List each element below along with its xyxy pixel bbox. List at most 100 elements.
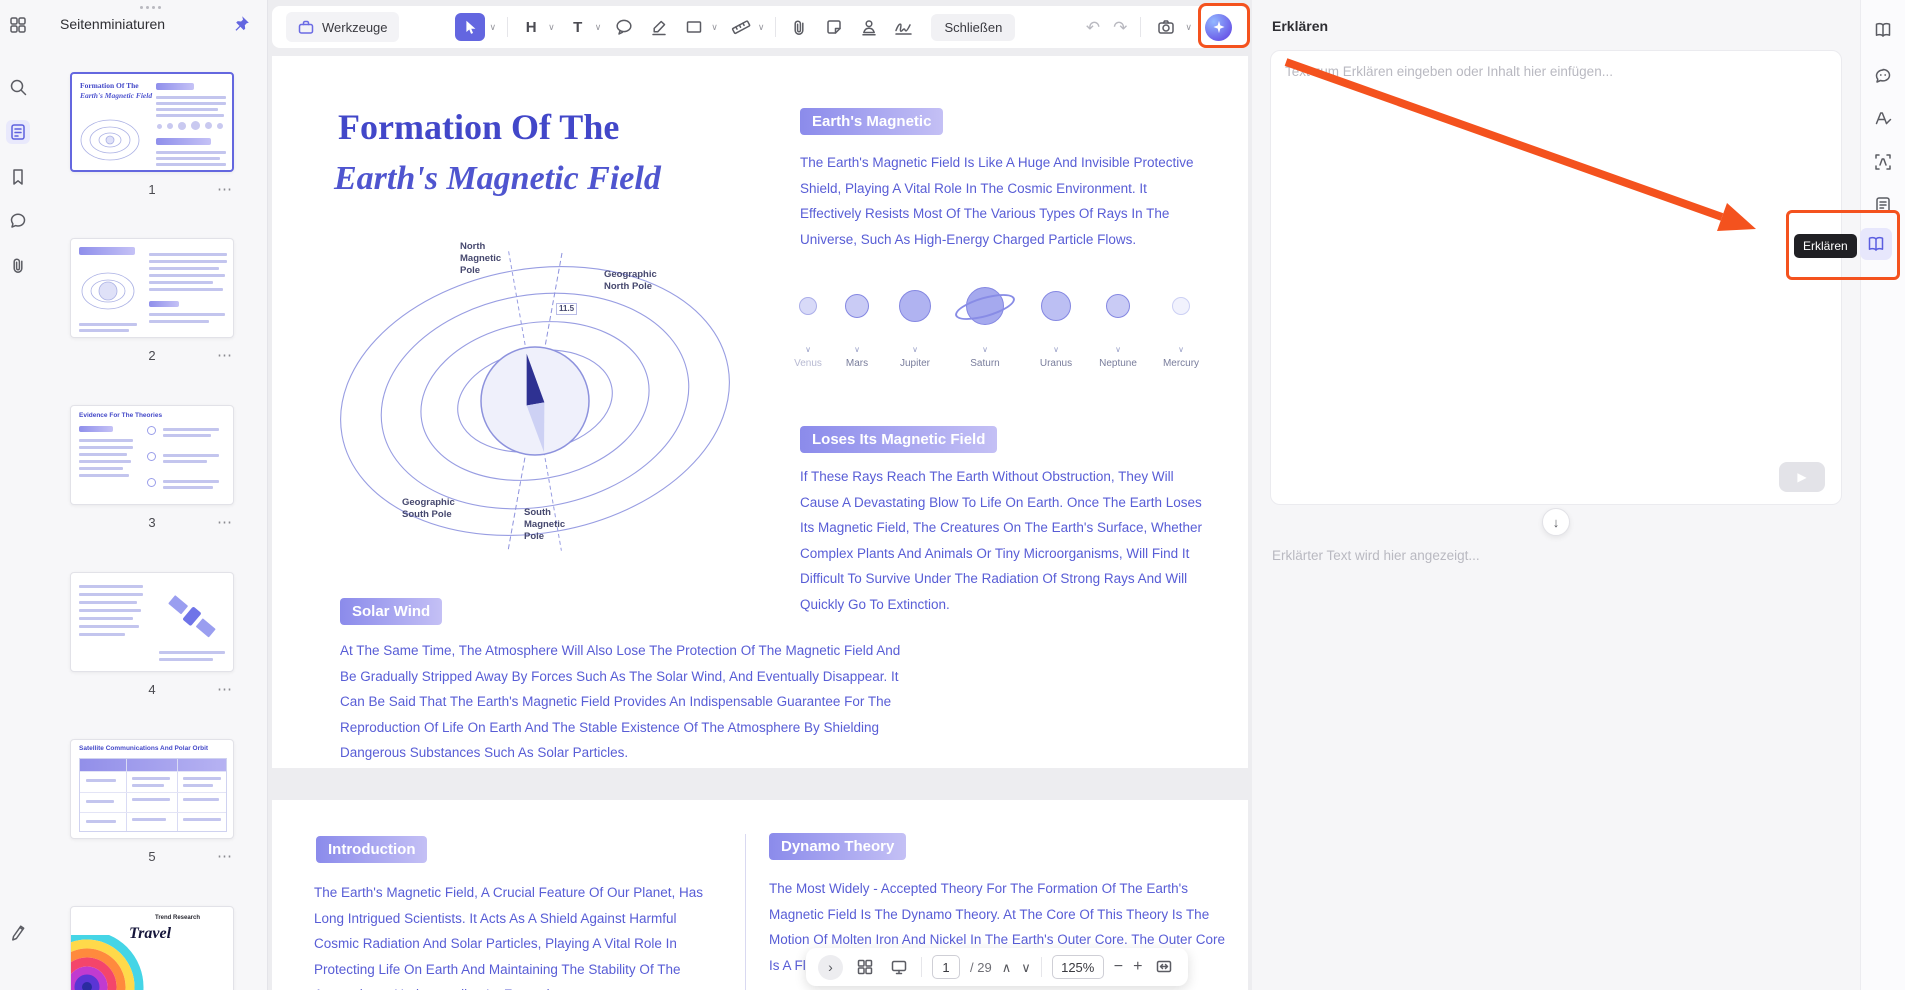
thumbnail-preview-6[interactable]: Trend Research Travel	[70, 906, 234, 990]
explain-input-card: Text zum Erklären eingeben oder Inhalt h…	[1270, 50, 1842, 505]
heading-tool-caret[interactable]: ∨	[548, 22, 555, 33]
ruler-icon	[731, 20, 751, 35]
planet-mars: ∨ Mars	[825, 266, 889, 369]
text-tool-caret[interactable]: ∨	[595, 22, 602, 33]
thumb3-more-button[interactable]: ⋯	[217, 513, 232, 531]
page-thumbnail-6[interactable]: Trend Research Travel 6	[70, 906, 234, 990]
stylus-pen-icon[interactable]	[6, 920, 30, 944]
page-number-input[interactable]: 1	[932, 955, 960, 979]
planet-label: Uranus	[1039, 358, 1073, 369]
page-thumbnail-2[interactable]: 2 ⋯	[70, 238, 234, 366]
close-tools-button[interactable]: Schließen	[931, 13, 1016, 41]
scroll-down-button[interactable]: ↓	[1542, 508, 1570, 536]
attach-tool[interactable]	[787, 15, 811, 39]
thumb2-more-button[interactable]: ⋯	[217, 346, 232, 364]
pdf-editor-window: Seitenminiaturen Formation Of The Earth'…	[0, 0, 1905, 990]
expand-pagebar-button[interactable]: ›	[818, 954, 843, 980]
thumb4-more-button[interactable]: ⋯	[217, 680, 232, 698]
select-tool-caret[interactable]: ∨	[490, 22, 497, 33]
redo-button[interactable]: ↷	[1113, 19, 1127, 36]
planet-saturn: ∨ Saturn	[953, 266, 1017, 369]
snapshot-caret[interactable]: ∨	[1185, 22, 1192, 33]
measure-tool-caret[interactable]: ∨	[758, 22, 765, 33]
thumb1-caption-line2: Earth's Magnetic Field	[80, 91, 153, 100]
thumb1-more-button[interactable]: ⋯	[217, 180, 232, 198]
stamp-tool[interactable]	[857, 15, 881, 39]
panel-drag-handle[interactable]	[140, 6, 161, 9]
apps-grid-icon[interactable]	[6, 13, 30, 37]
explain-input[interactable]: Text zum Erklären eingeben oder Inhalt h…	[1285, 64, 1613, 79]
thumb5-more-button[interactable]: ⋯	[217, 847, 232, 865]
proofread-icon[interactable]	[1871, 107, 1895, 131]
section-text-solar-wind: At The Same Time, The Atmosphere Will Al…	[340, 643, 901, 760]
thumb3-chip	[79, 426, 113, 432]
explain-send-button[interactable]: ▶	[1779, 462, 1825, 492]
thumb2-chip2	[149, 301, 179, 307]
page-thumbnail-4[interactable]: 4 ⋯	[70, 572, 234, 700]
previous-page-button[interactable]: ∧	[1002, 961, 1012, 974]
thumb2-chip	[79, 247, 135, 255]
zoom-out-button[interactable]: −	[1114, 959, 1123, 975]
zoom-level-select[interactable]: 125%	[1051, 955, 1104, 979]
next-page-button[interactable]: ∨	[1021, 961, 1031, 974]
measure-tool[interactable]	[729, 15, 753, 39]
select-tool[interactable]	[454, 13, 485, 41]
werkzeuge-button[interactable]: Werkzeuge	[286, 12, 399, 42]
planet-label: Neptune	[1099, 358, 1137, 369]
ocr-scan-icon[interactable]	[1871, 150, 1895, 174]
shape-tool[interactable]	[682, 15, 706, 39]
explain-tool-button[interactable]	[1860, 228, 1892, 260]
cursor-icon	[465, 20, 475, 34]
shape-tool-caret[interactable]: ∨	[711, 22, 718, 33]
werkzeuge-label: Werkzeuge	[322, 19, 388, 35]
thumbnail-preview-1[interactable]: Formation Of The Earth's Magnetic Field	[70, 72, 234, 172]
thumbnail-preview-5[interactable]: Satellite Communications And Polar Orbit	[70, 739, 234, 839]
comment-tool[interactable]	[612, 15, 636, 39]
thumbnail-preview-4[interactable]	[70, 572, 234, 672]
venus-circle	[799, 297, 817, 315]
ai-tools-button[interactable]	[1205, 13, 1232, 41]
section-text-introduction: The Earth's Magnetic Field, A Crucial Fe…	[314, 885, 703, 990]
thumbnail-preview-2[interactable]	[70, 238, 234, 338]
page-thumbnail-3[interactable]: Evidence For The Theories 3 ⋯	[70, 405, 234, 533]
page-thumbnail-5[interactable]: Satellite Communications And Polar Orbit	[70, 739, 234, 867]
undo-button[interactable]: ↶	[1086, 19, 1100, 36]
pin-panel-icon[interactable]	[231, 14, 251, 34]
attachment-icon[interactable]	[6, 253, 30, 277]
summary-doc-icon[interactable]	[1871, 193, 1895, 217]
thumb5-caption: Satellite Communications And Polar Orbit	[79, 745, 209, 752]
zoom-in-button[interactable]: +	[1133, 959, 1142, 975]
label-north-magnetic-pole: North Magnetic Pole	[460, 241, 502, 276]
planet-label: Jupiter	[899, 358, 930, 369]
toolbar-divider	[507, 17, 509, 37]
planet-mercury: ∨ Mercury	[1149, 266, 1213, 369]
page-thumbnails-icon[interactable]	[6, 120, 30, 144]
page-thumbnail-1[interactable]: Formation Of The Earth's Magnetic Field	[70, 72, 234, 200]
fit-width-button[interactable]	[1152, 955, 1176, 979]
doc-title-line1: Formation Of The	[338, 107, 620, 147]
explain-output: Erklärter Text wird hier angezeigt...	[1272, 548, 1480, 563]
toolbar-right-group: ↶ ↷ ∨	[1086, 13, 1232, 41]
comment-icon[interactable]	[6, 209, 30, 233]
thumbnail-preview-3[interactable]: Evidence For The Theories	[70, 405, 234, 505]
toolbar-divider	[1140, 17, 1142, 37]
sticker-tool[interactable]	[822, 15, 846, 39]
page-grid-view-button[interactable]	[853, 955, 877, 979]
pagebar-divider	[1040, 957, 1042, 977]
snapshot-button[interactable]	[1154, 15, 1178, 39]
signature-tool[interactable]	[892, 15, 916, 39]
search-icon[interactable]	[6, 75, 30, 99]
document-page-1[interactable]: Formation Of The Earth's Magnetic Field	[272, 56, 1248, 768]
bookmark-icon[interactable]	[6, 165, 30, 189]
heading-tool[interactable]: H	[519, 15, 543, 39]
explain-book-icon	[1868, 237, 1884, 251]
text-tool[interactable]: T	[566, 15, 590, 39]
neptune-circle	[1106, 294, 1130, 318]
presentation-button[interactable]	[887, 955, 911, 979]
planet-label: Saturn	[970, 358, 1000, 369]
ai-chat-icon[interactable]	[1871, 64, 1895, 88]
highlighter-tool[interactable]	[647, 15, 671, 39]
speech-bubble-icon	[616, 19, 632, 35]
reader-book-icon[interactable]	[1871, 18, 1895, 42]
thumb1-caption-line1: Formation Of The	[80, 81, 139, 90]
